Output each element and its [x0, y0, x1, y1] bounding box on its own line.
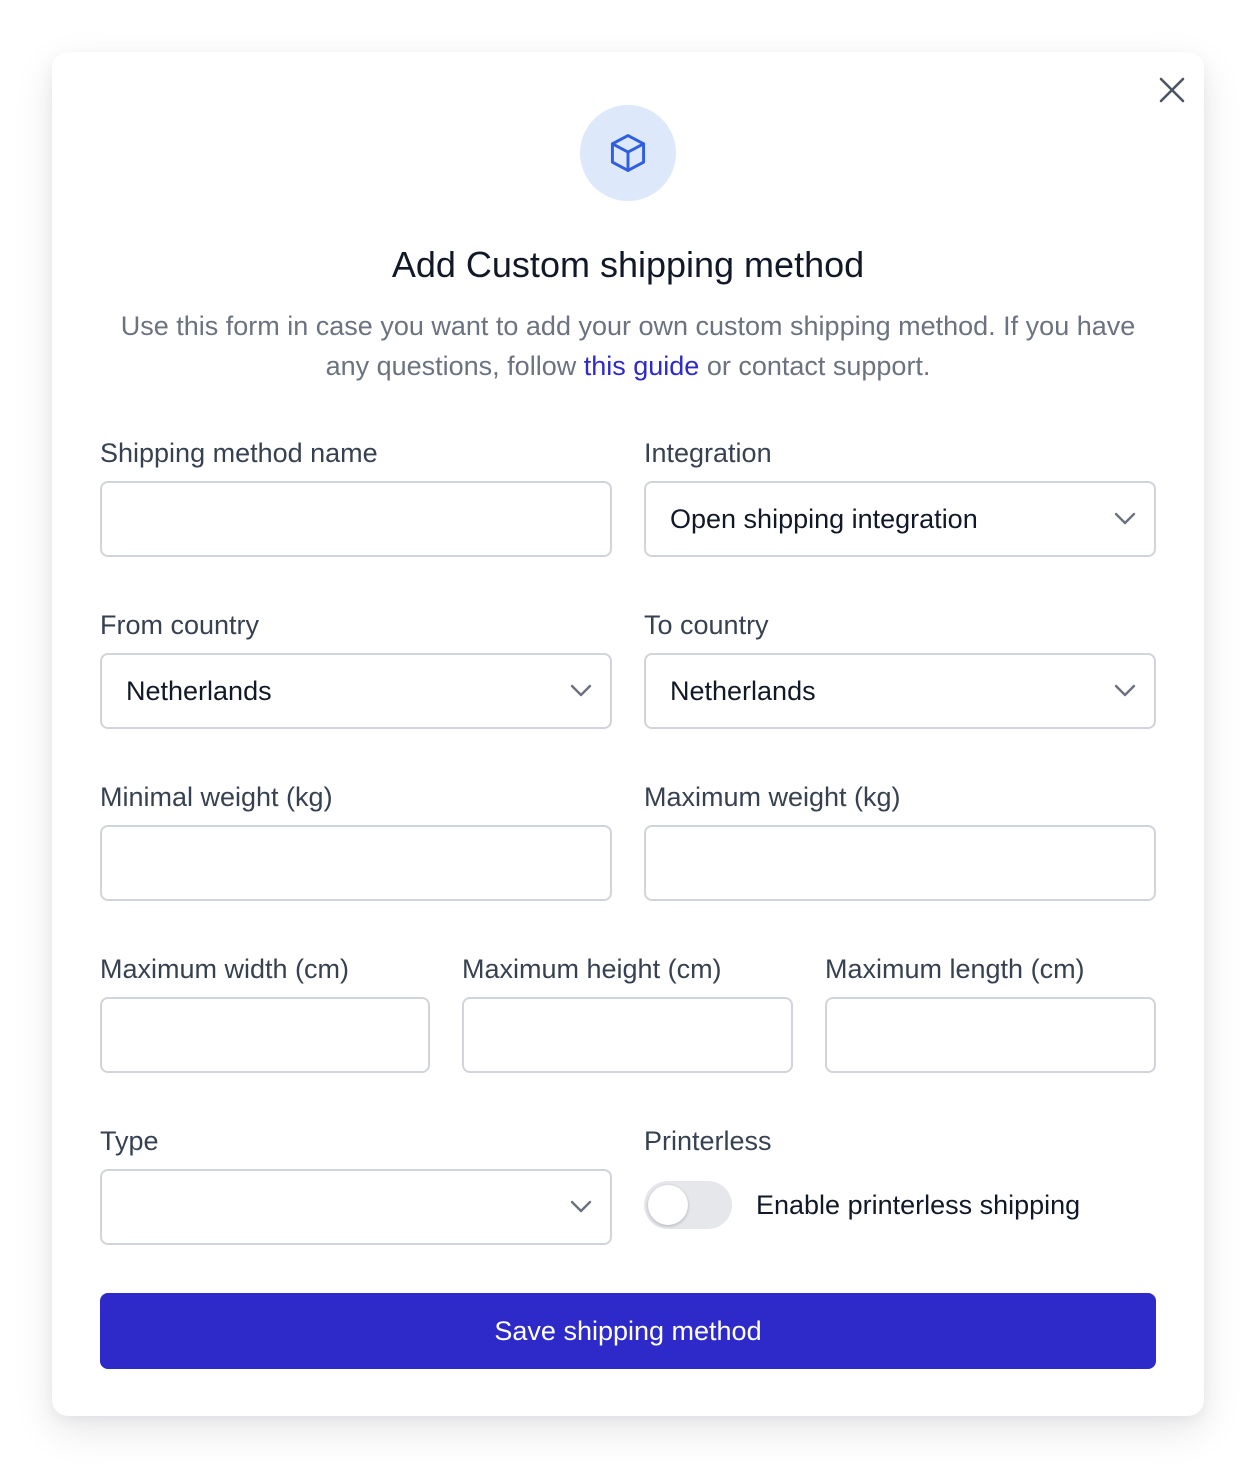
header-icon-badge [580, 105, 676, 201]
type-select[interactable] [100, 1169, 612, 1245]
max-height-input[interactable] [462, 997, 793, 1073]
from-country-label: From country [100, 610, 260, 640]
chevron-down-icon [570, 684, 592, 698]
max-height-label: Maximum height (cm) [462, 954, 722, 984]
min-weight-input[interactable] [100, 825, 612, 901]
to-country-select[interactable]: Netherlands [644, 653, 1156, 729]
box-icon [610, 134, 646, 172]
integration-label: Integration [644, 438, 772, 468]
chevron-down-icon [1114, 684, 1136, 698]
max-weight-label: Maximum weight (kg) [644, 782, 901, 812]
max-width-input[interactable] [100, 997, 430, 1073]
shipping-method-modal: Add Custom shipping method Use this form… [52, 52, 1204, 1416]
max-length-label: Maximum length (cm) [825, 954, 1085, 984]
to-country-label: To country [644, 610, 769, 640]
integration-selected-value: Open shipping integration [670, 503, 978, 534]
printerless-toggle-label: Enable printerless shipping [756, 1190, 1081, 1220]
save-shipping-method-button[interactable]: Save shipping method [100, 1293, 1156, 1369]
chevron-down-icon [570, 1200, 592, 1214]
min-weight-label: Minimal weight (kg) [100, 782, 333, 812]
guide-link[interactable]: this guide [584, 351, 700, 381]
modal-description: Use this form in case you want to add yo… [96, 306, 1160, 386]
to-country-selected-value: Netherlands [670, 675, 816, 706]
integration-select[interactable]: Open shipping integration [644, 481, 1156, 557]
close-button[interactable] [1156, 74, 1188, 106]
modal-title: Add Custom shipping method [391, 244, 865, 285]
type-label: Type [100, 1126, 159, 1156]
shipping-method-name-label: Shipping method name [100, 438, 378, 468]
description-text-after: or contact support. [699, 351, 931, 381]
printerless-label: Printerless [644, 1126, 772, 1156]
max-weight-input[interactable] [644, 825, 1156, 901]
close-icon [1159, 77, 1185, 103]
from-country-selected-value: Netherlands [126, 675, 272, 706]
max-width-label: Maximum width (cm) [100, 954, 350, 984]
from-country-select[interactable]: Netherlands [100, 653, 612, 729]
shipping-method-name-input[interactable] [100, 481, 612, 557]
chevron-down-icon [1114, 512, 1136, 526]
max-length-input[interactable] [825, 997, 1156, 1073]
printerless-toggle[interactable] [644, 1181, 732, 1229]
toggle-knob [648, 1185, 688, 1225]
